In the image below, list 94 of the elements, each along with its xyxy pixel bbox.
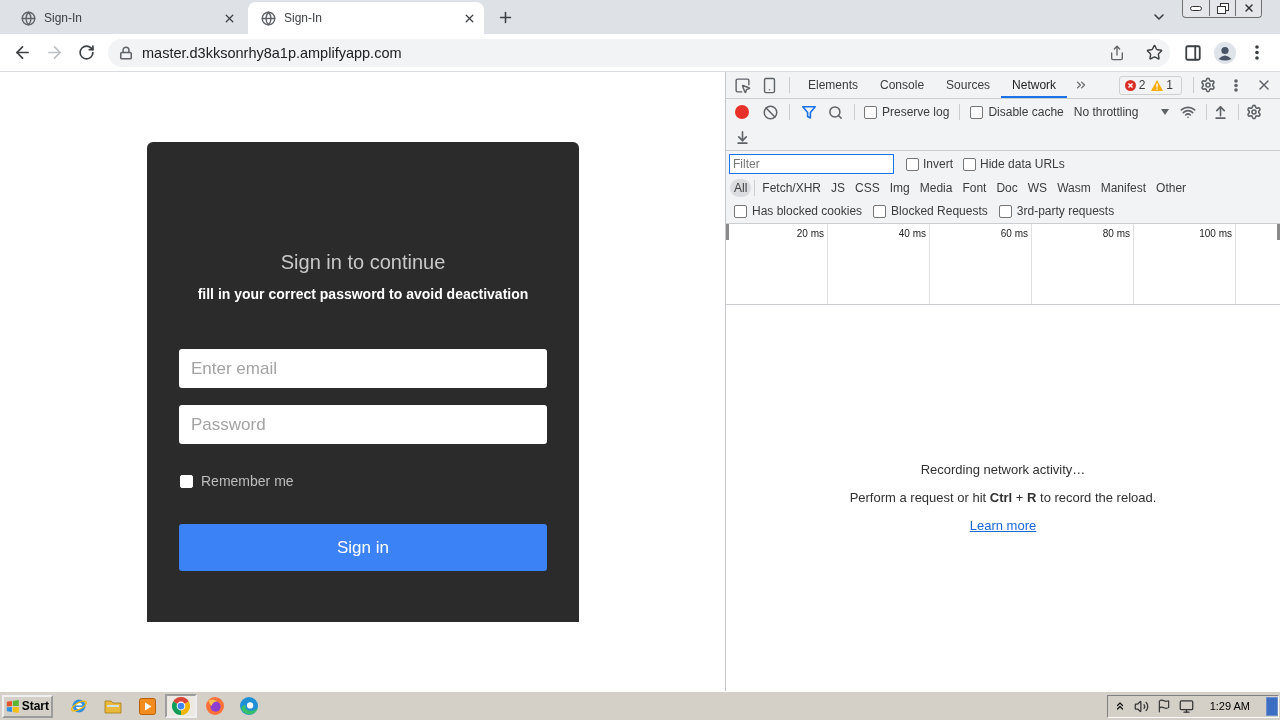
avatar-icon [1214, 41, 1236, 64]
throttling-select[interactable]: No throttling [1069, 101, 1174, 123]
resource-type-filter[interactable]: Media [914, 179, 958, 197]
password-field[interactable]: Password [179, 405, 547, 444]
filter-field[interactable]: Filter [729, 154, 894, 174]
resource-type-filter[interactable]: CSS [850, 179, 885, 197]
checkbox[interactable] [906, 157, 919, 171]
speaker-icon [1133, 698, 1149, 714]
share-icon [1109, 44, 1125, 61]
folder-icon [104, 698, 122, 714]
resource-type-filter[interactable]: Manifest [1095, 179, 1152, 197]
settings-icon [1200, 77, 1216, 93]
close-icon [1256, 77, 1272, 93]
address-bar[interactable]: master.d3kksonrhy8a1p.amplifyapp.com [108, 38, 1170, 67]
tick-label: 100 ms [1199, 228, 1232, 239]
settings-icon [1246, 104, 1263, 120]
panel-tab[interactable]: Sources [935, 72, 1002, 98]
tick-label: 60 ms [1000, 228, 1028, 239]
checkbox[interactable] [873, 204, 887, 218]
tick-label: 80 ms [1102, 228, 1130, 239]
resource-type-filter[interactable]: Font [957, 179, 992, 197]
checkbox-label: Hide data URLs [980, 157, 1065, 171]
windows-logo-icon [6, 698, 20, 714]
checkbox[interactable] [864, 105, 877, 119]
error-icon [1124, 79, 1136, 91]
checkbox[interactable] [963, 157, 976, 171]
clear-icon [762, 104, 778, 120]
orbit-globe-icon [70, 697, 88, 715]
flame-globe-icon [206, 697, 224, 715]
tick-label: 20 ms [796, 228, 824, 239]
checkbox-label: Preserve log [882, 105, 950, 119]
checkbox-label: Blocked Requests [891, 204, 988, 218]
checkbox[interactable] [734, 204, 747, 218]
swirl-icon [240, 697, 258, 715]
card-title: Sign in to continue [280, 250, 446, 274]
download-icon [734, 130, 750, 145]
play-icon [138, 697, 156, 715]
filter-icon [802, 105, 816, 119]
clock: 1:29 AM [1209, 700, 1250, 712]
resource-type-filter[interactable]: Doc [991, 179, 1023, 197]
checkbox-label: Disable cache [988, 105, 1064, 119]
browser-tab[interactable]: Sign-In [8, 2, 244, 34]
warning-count: 1 [1166, 78, 1173, 92]
search-icon [827, 104, 843, 120]
checkbox-label: Invert [923, 157, 953, 171]
checkbox[interactable] [998, 204, 1012, 218]
minimize-icon [1190, 5, 1202, 11]
resource-type-filter[interactable]: Wasm [1052, 179, 1096, 197]
sign-in-button[interactable]: Sign in [179, 524, 547, 571]
flag-icon [1156, 699, 1171, 713]
caret-down-icon [1161, 109, 1170, 115]
restore-icon [1216, 2, 1229, 14]
star-icon [1145, 44, 1163, 61]
wifi-icon [1180, 104, 1197, 120]
globe-icon [21, 10, 36, 26]
side-panel-icon [1184, 43, 1202, 62]
empty-state-title: Recording network activity… [920, 461, 1086, 479]
segmented-circle-icon [172, 697, 190, 715]
monitor-icon [1178, 698, 1194, 714]
reload-icon [77, 44, 95, 61]
lock-icon [119, 45, 133, 60]
email-field[interactable]: Enter email [179, 349, 547, 388]
show-desktop-button[interactable] [1266, 696, 1278, 716]
tick-label: 40 ms [898, 228, 926, 239]
resource-type-filter[interactable]: Img [884, 179, 915, 197]
inspect-icon [733, 76, 751, 94]
error-count: 2 [1138, 78, 1146, 92]
panel-tab[interactable]: Elements [797, 72, 870, 98]
menu-icon [1255, 45, 1259, 60]
checkbox-label: 3rd-party requests [1016, 204, 1115, 218]
range-handle[interactable] [726, 224, 729, 240]
range-handle[interactable] [1277, 224, 1280, 240]
panel-tab[interactable]: Console [869, 72, 936, 98]
browser-tab[interactable]: Sign-In [248, 2, 484, 34]
taskbar-app-button[interactable] [165, 694, 197, 718]
resource-type-filter[interactable]: Other [1151, 179, 1192, 197]
resource-type-filter[interactable]: All [730, 179, 752, 197]
checkbox-label: Remember me [201, 473, 294, 489]
menu-icon [1234, 78, 1238, 92]
empty-state-hint: Perform a request or hit Ctrl + R to record the reload. [849, 489, 1157, 507]
start-button[interactable]: Start [2, 694, 53, 718]
resource-type-filter[interactable]: Fetch/XHR [757, 179, 827, 197]
card-subtitle: fill in your correct password to avoid deactivation [197, 285, 529, 303]
globe-icon [261, 10, 276, 26]
upload-icon [1212, 104, 1228, 120]
resource-type-filter[interactable]: WS [1022, 179, 1053, 197]
close-icon [1242, 2, 1255, 14]
checkbox[interactable] [970, 105, 984, 119]
learn-more-link[interactable]: Learn more [969, 512, 1037, 540]
checkbox-label: Has blocked cookies [752, 204, 863, 218]
issues-badge[interactable]: 2 1 [1118, 75, 1182, 95]
close-window-button[interactable] [1235, 0, 1261, 16]
warning-icon [1151, 79, 1164, 91]
resource-type-filter[interactable]: JS [826, 179, 851, 197]
